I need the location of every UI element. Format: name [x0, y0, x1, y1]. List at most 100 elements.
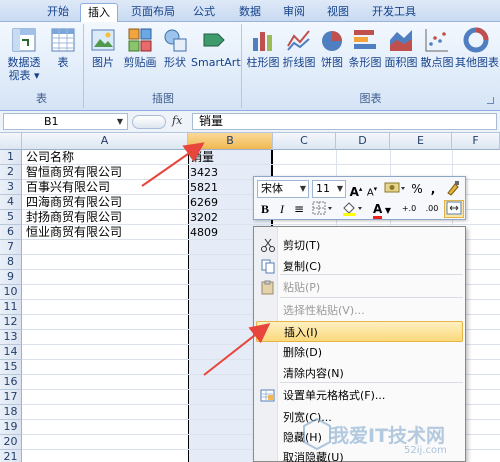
row-header[interactable]: 11: [0, 300, 22, 315]
other-charts-button[interactable]: 其他图表: [455, 26, 499, 69]
currency-format-button[interactable]: [383, 180, 407, 198]
cell-a[interactable]: 四海商贸有限公司: [26, 195, 186, 210]
row-header[interactable]: 6: [0, 225, 22, 240]
font-size-select[interactable]: 11 ▼: [312, 180, 346, 198]
column-chart-button[interactable]: 柱形图: [245, 26, 281, 69]
center-align-button[interactable]: ≡: [291, 200, 307, 218]
row-header[interactable]: 13: [0, 330, 22, 345]
column-header-c[interactable]: C: [273, 133, 336, 150]
menu-item-paste-special[interactable]: 选择性粘贴(V)...: [256, 300, 463, 321]
smartart-button[interactable]: SmartArt: [191, 26, 241, 69]
column-header-f[interactable]: F: [452, 133, 500, 150]
row-header[interactable]: 19: [0, 420, 22, 435]
cell-b[interactable]: 3202: [190, 210, 250, 225]
font-name-select[interactable]: 宋体 ▼: [257, 180, 309, 198]
clip-art-icon: [128, 28, 152, 52]
column-header-e[interactable]: E: [390, 133, 452, 150]
select-all-corner[interactable]: [0, 133, 22, 150]
column-header-d[interactable]: D: [336, 133, 390, 150]
name-box[interactable]: B1 ▼: [3, 113, 128, 130]
row-header[interactable]: 17: [0, 390, 22, 405]
row-header[interactable]: 20: [0, 435, 22, 450]
row-header[interactable]: 7: [0, 240, 22, 255]
formula-bar-splitter[interactable]: [132, 115, 166, 129]
tab-data[interactable]: 数据: [234, 3, 266, 22]
italic-button[interactable]: I: [275, 200, 289, 218]
dialog-launcher-icon[interactable]: [487, 97, 494, 104]
menu-item-label: 清除内容(N): [283, 367, 344, 380]
shapes-label: 形状: [164, 56, 186, 69]
menu-item-clear-contents[interactable]: 清除内容(N): [256, 363, 463, 384]
bar-chart-button[interactable]: 条形图: [347, 26, 383, 69]
row-header[interactable]: 3: [0, 180, 22, 195]
column-header-a[interactable]: A: [22, 133, 188, 150]
scatter-chart-button[interactable]: 散点图: [419, 26, 455, 69]
menu-item-cut[interactable]: 剪切(T): [256, 235, 463, 256]
row-header[interactable]: 18: [0, 405, 22, 420]
merge-center-button[interactable]: [444, 200, 464, 218]
table-button[interactable]: 表: [48, 26, 78, 69]
pie-chart-button[interactable]: 饼图: [317, 26, 347, 69]
grow-font-button[interactable]: A▴: [349, 180, 363, 199]
bold-button[interactable]: B: [257, 200, 273, 218]
row-header[interactable]: 12: [0, 315, 22, 330]
other-charts-icon: [463, 27, 489, 53]
row-header[interactable]: 5: [0, 210, 22, 225]
name-box-dropdown-icon[interactable]: ▼: [117, 114, 123, 129]
font-color-button[interactable]: A ▼: [369, 200, 395, 219]
cell-b[interactable]: 3423: [190, 165, 250, 180]
shapes-button[interactable]: 形状: [161, 26, 189, 69]
merge-center-icon: [446, 201, 462, 215]
column-header-b[interactable]: B: [188, 133, 273, 150]
tab-page-layout[interactable]: 页面布局: [124, 3, 182, 22]
cell-a[interactable]: 智恒商贸有限公司: [26, 165, 186, 180]
format-painter-button[interactable]: [443, 180, 463, 198]
clip-art-button[interactable]: 剪贴画: [121, 26, 159, 69]
tab-formulas[interactable]: 公式: [188, 3, 220, 22]
row-header[interactable]: 15: [0, 360, 22, 375]
insert-function-icon[interactable]: fx: [172, 114, 182, 127]
menu-item-format-cells[interactable]: 设置单元格格式(F)...: [256, 385, 463, 406]
row-header[interactable]: 21: [0, 450, 22, 462]
menu-item-insert[interactable]: 插入(I): [256, 321, 463, 342]
menu-item-delete[interactable]: 删除(D): [256, 342, 463, 363]
tab-developer[interactable]: 开发工具: [365, 3, 423, 22]
cell-b[interactable]: 5821: [190, 180, 250, 195]
cell-b[interactable]: 销量: [190, 150, 250, 165]
menu-item-paste[interactable]: 粘贴(P): [256, 277, 463, 298]
row-header[interactable]: 2: [0, 165, 22, 180]
fill-color-button[interactable]: [340, 200, 366, 218]
row-header[interactable]: 9: [0, 270, 22, 285]
cell-a[interactable]: 封扬商贸有限公司: [26, 210, 186, 225]
comma-style-button[interactable]: ,: [427, 180, 439, 198]
column-chart-label: 柱形图: [246, 56, 280, 69]
tab-insert[interactable]: 插入: [80, 3, 118, 22]
pivot-table-button[interactable]: 数据透视表 ▾: [4, 26, 44, 82]
cell-a[interactable]: 公司名称: [26, 150, 186, 165]
formula-input[interactable]: 销量: [192, 113, 497, 130]
row-header[interactable]: 8: [0, 255, 22, 270]
tab-review[interactable]: 审阅: [278, 3, 310, 22]
row-header[interactable]: 14: [0, 345, 22, 360]
cell-b[interactable]: 4809: [190, 225, 250, 240]
tab-home[interactable]: 开始: [42, 3, 74, 22]
decrease-decimal-button[interactable]: .00: [421, 200, 443, 218]
row-header[interactable]: 10: [0, 285, 22, 300]
bar-chart-icon: [354, 30, 376, 49]
shrink-font-button[interactable]: A▾: [365, 180, 379, 198]
borders-button[interactable]: [310, 200, 336, 218]
row-header[interactable]: 1: [0, 150, 22, 165]
line-chart-button[interactable]: 折线图: [281, 26, 317, 69]
row-header[interactable]: 4: [0, 195, 22, 210]
font-color-icon: A: [373, 203, 383, 219]
tab-view[interactable]: 视图: [322, 3, 354, 22]
menu-item-copy[interactable]: 复制(C): [256, 256, 463, 277]
cell-b[interactable]: 6269: [190, 195, 250, 210]
picture-button[interactable]: 图片: [87, 26, 119, 69]
cell-a[interactable]: 百事兴有限公司: [26, 180, 186, 195]
row-header[interactable]: 16: [0, 375, 22, 390]
percent-button[interactable]: %: [410, 180, 424, 198]
area-chart-button[interactable]: 面积图: [383, 26, 419, 69]
increase-decimal-button[interactable]: +.0: [398, 200, 420, 218]
cell-a[interactable]: 恒业商贸有限公司: [26, 225, 186, 240]
